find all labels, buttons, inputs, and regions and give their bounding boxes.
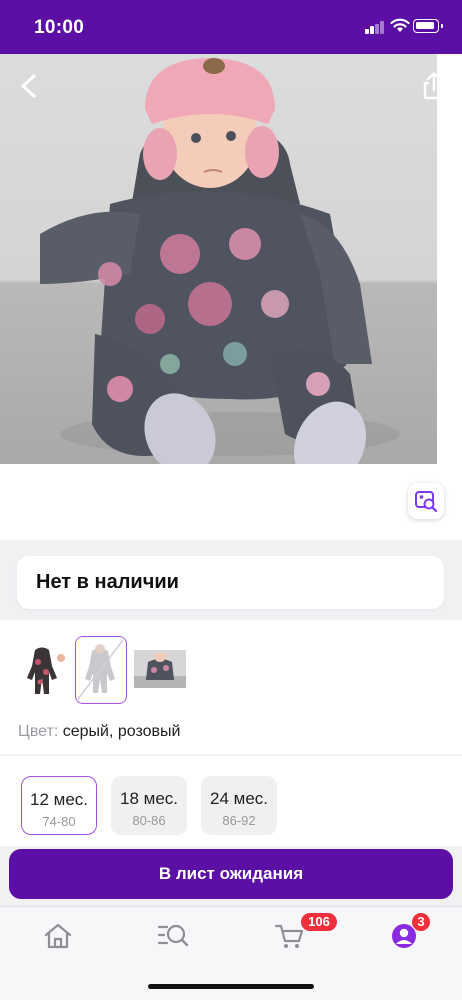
variant-thumbnail[interactable] [134, 636, 186, 704]
tab-profile[interactable]: 3 [388, 913, 430, 951]
variant-thumbnail-selected[interactable] [75, 636, 127, 704]
color-label: Цвет: [18, 723, 59, 740]
size-label: 24 мес. [210, 789, 268, 808]
size-option-24m[interactable]: 24 мес. 86-92 [201, 776, 277, 835]
color-variants: Цвет: серый, розовый [0, 620, 462, 754]
color-info: Цвет: серый, розовый [18, 723, 180, 741]
visual-search-button[interactable] [408, 483, 444, 519]
size-height-range: 86-92 [222, 813, 256, 828]
back-icon[interactable] [14, 70, 44, 102]
cart-count-badge: 106 [301, 913, 337, 931]
profile-notification-badge: 3 [412, 913, 430, 931]
size-label: 18 мес. [120, 789, 178, 808]
product-photo[interactable] [0, 54, 437, 464]
size-option-12m[interactable]: 12 мес. 74-80 [21, 776, 97, 835]
tab-catalog[interactable] [156, 921, 190, 951]
size-option-18m[interactable]: 18 мес. 80-86 [111, 776, 187, 835]
visual-search-icon [415, 491, 438, 513]
variant-thumbnail[interactable] [16, 636, 68, 704]
home-indicator [148, 984, 314, 989]
product-gallery[interactable] [0, 54, 462, 540]
stock-status-card: Нет в наличии [17, 556, 444, 609]
catalog-search-icon [157, 924, 189, 947]
tab-cart[interactable]: 106 [273, 913, 337, 951]
battery-icon [413, 19, 443, 33]
size-height-range: 74-80 [42, 814, 76, 829]
wifi-icon [390, 18, 410, 32]
cart-icon [274, 924, 304, 948]
tab-home[interactable] [42, 921, 76, 951]
cellular-signal-icon [365, 21, 385, 34]
add-to-waitlist-button[interactable]: В лист ожидания [9, 849, 453, 899]
size-label: 12 мес. [30, 790, 88, 809]
stock-status: Нет в наличии [36, 571, 179, 593]
home-icon [44, 923, 72, 949]
status-time: 10:00 [34, 17, 85, 38]
size-height-range: 80-86 [132, 813, 166, 828]
share-icon[interactable] [418, 70, 450, 102]
color-value: серый, розовый [62, 723, 181, 740]
size-selector: 12 мес. 74-80 18 мес. 80-86 24 мес. 86-9… [0, 756, 462, 846]
status-bar: 10:00 [0, 0, 462, 54]
